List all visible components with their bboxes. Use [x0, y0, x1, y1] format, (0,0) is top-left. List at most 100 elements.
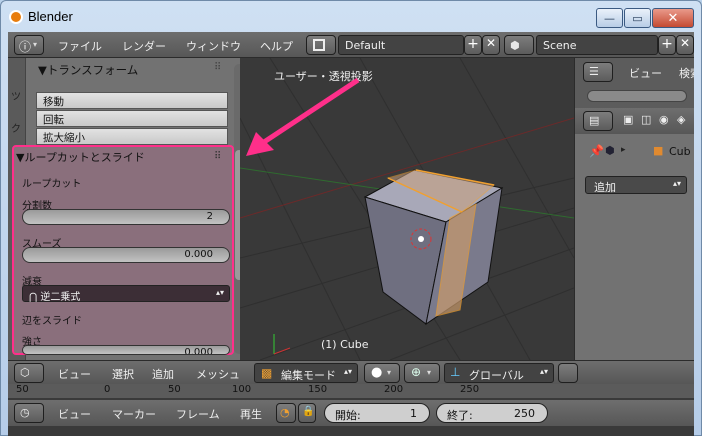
updown-icon: ▴▾: [539, 367, 548, 376]
timeline-menu-marker[interactable]: マーカー: [112, 406, 156, 422]
scale-button[interactable]: 拡大縮小: [36, 128, 228, 145]
rotate-button[interactable]: 回転: [36, 110, 228, 127]
pin-icon[interactable]: 📌: [589, 144, 604, 158]
pivot-icon: ⊕: [411, 365, 422, 379]
ruler-tick: 150: [308, 384, 328, 395]
ruler-tick: 50: [168, 384, 181, 395]
scene-icon: ⬢: [510, 39, 520, 52]
add-layout-icon[interactable]: +: [464, 35, 482, 55]
viewport-header: ⬡ ビュー 選択 追加 メッシュ ▩ 編集モード ▴▾ ● ▾ ⊕ ▾ ⊥ グロ…: [8, 360, 694, 384]
chevron-down-icon: ▾: [33, 40, 38, 49]
minimize-button[interactable]: —: [596, 8, 623, 28]
clock-icon: ◷: [20, 406, 30, 419]
editor-type-info-button[interactable]: ⓘ ▾: [14, 35, 44, 55]
scene-icon-button[interactable]: ⬢: [504, 35, 534, 55]
updown-icon: ▴▾: [672, 179, 681, 188]
cube-mesh[interactable]: [363, 169, 504, 326]
ruler-tick: 100: [232, 384, 252, 395]
3d-cursor-center: [418, 236, 424, 242]
scene-tab-icon[interactable]: ◫: [641, 113, 651, 126]
end-value: 250: [514, 407, 535, 420]
blender-logo-icon: [9, 10, 23, 24]
menu-render[interactable]: レンダー: [122, 38, 166, 54]
updown-icon: ▴▾: [215, 288, 224, 297]
loopcut-panel-header[interactable]: ▼ループカットとスライド: [16, 149, 145, 165]
viewport-menu-add[interactable]: 追加: [152, 366, 174, 382]
add-dropdown[interactable]: 追加 ▴▾: [585, 176, 687, 194]
cuts-slider[interactable]: 2: [22, 209, 230, 225]
drag-handle-icon[interactable]: ⠿: [214, 62, 221, 73]
transform-panel-header[interactable]: ▼トランスフォーム: [38, 62, 138, 78]
outliner-scrollbar[interactable]: [587, 90, 687, 102]
object-tab-icon[interactable]: ◈: [677, 113, 685, 126]
remove-layout-icon[interactable]: ✕: [482, 35, 500, 55]
ruler-tick: 250: [460, 384, 480, 395]
timeline-editor-type-button[interactable]: ◷: [14, 403, 44, 423]
transform-manipulator-icon: ⊥: [450, 365, 461, 379]
end-frame-field[interactable]: 終了: 250: [436, 403, 548, 423]
menu-help[interactable]: ヘルプ: [260, 38, 293, 54]
screen-layout-icon-button[interactable]: [306, 35, 336, 55]
viewport-menu-select[interactable]: 選択: [112, 366, 134, 382]
edge-slide-label: 辺をスライド: [22, 316, 82, 327]
ruler-tick: 50: [16, 384, 29, 395]
blender-client-area: ⓘ ▾ ファイル レンダー ウィンドウ ヘルプ Default + ✕ ⬢ Sc…: [8, 32, 694, 436]
timeline-menu-playback[interactable]: 再生: [240, 406, 262, 422]
chevron-down-icon: ▾: [387, 368, 392, 377]
translate-button[interactable]: 移動: [36, 92, 228, 109]
mode-dropdown[interactable]: ▩ 編集モード ▴▾: [254, 363, 358, 383]
clock-icon: ◔: [280, 406, 290, 419]
lock-button[interactable]: 🔒: [298, 403, 316, 423]
info-header: ⓘ ▾ ファイル レンダー ウィンドウ ヘルプ Default + ✕ ⬢ Sc…: [8, 32, 694, 58]
start-label: 開始:: [335, 409, 361, 422]
strength-slider[interactable]: 0.000: [22, 345, 230, 355]
list-icon: ☰: [589, 65, 599, 78]
orientation-dropdown[interactable]: ⊥ グローバル ▴▾: [444, 363, 554, 383]
viewport-editor-type-button[interactable]: ⬡: [14, 363, 44, 383]
render-tab-icon[interactable]: ▣: [623, 113, 633, 126]
window-title: Blender: [28, 9, 73, 24]
timeline-menu-frame[interactable]: フレーム: [176, 406, 220, 422]
viewport-menu-view[interactable]: ビュー: [58, 366, 91, 382]
viewport-menu-mesh[interactable]: メッシュ: [196, 366, 240, 382]
properties-editor-type-button[interactable]: ▤: [583, 111, 613, 131]
timeline-menu-view[interactable]: ビュー: [58, 406, 91, 422]
outliner-view-menu[interactable]: ビュー: [629, 65, 662, 81]
shading-dropdown[interactable]: ● ▾: [364, 363, 400, 383]
world-tab-icon[interactable]: ◉: [659, 113, 669, 126]
layer-button[interactable]: [558, 363, 578, 383]
tab-icon: ク: [11, 124, 21, 135]
falloff-value: ⋂ 逆二乗式: [29, 292, 81, 303]
updown-icon: ▴▾: [343, 367, 352, 376]
start-frame-field[interactable]: 開始: 1: [324, 403, 430, 423]
smooth-slider[interactable]: 0.000: [22, 247, 230, 263]
solid-shading-icon: ●: [371, 365, 383, 380]
ruler-tick: 0: [104, 384, 111, 395]
outliner: ☰ ビュー 検索: [574, 58, 694, 108]
layout-grid-icon: [313, 39, 325, 51]
ruler-tick: 200: [384, 384, 404, 395]
add-scene-icon[interactable]: +: [658, 35, 676, 55]
add-label: 追加: [594, 181, 616, 194]
scene-field[interactable]: Scene: [536, 35, 658, 55]
pivot-dropdown[interactable]: ⊕ ▾: [404, 363, 440, 383]
close-button[interactable]: ✕: [652, 8, 694, 28]
remove-scene-icon[interactable]: ✕: [676, 35, 694, 55]
object-name: Cub: [669, 145, 691, 158]
timeline-ruler[interactable]: 50 0 50 100 150 200 250: [8, 384, 694, 398]
outliner-search-label[interactable]: 検索: [679, 65, 694, 81]
menu-file[interactable]: ファイル: [58, 38, 102, 54]
falloff-dropdown[interactable]: ⋂ 逆二乗式 ▴▾: [22, 285, 230, 303]
cube-icon: ■: [653, 144, 664, 157]
end-label: 終了:: [447, 409, 473, 422]
start-value: 1: [410, 407, 417, 420]
maximize-button[interactable]: ▭: [624, 8, 651, 28]
menu-window[interactable]: ウィンドウ: [186, 38, 241, 54]
drag-handle-icon[interactable]: ⠿: [214, 151, 221, 162]
preview-range-button[interactable]: ◔: [276, 403, 296, 423]
properties-icon: ▤: [589, 114, 600, 127]
screen-layout-field[interactable]: Default: [338, 35, 464, 55]
info-icon: ⓘ: [19, 40, 32, 54]
timeline-header: ◷ ビュー マーカー フレーム 再生 ◔ 🔒 開始: 1 終了: 250: [8, 400, 694, 426]
outliner-editor-type-button[interactable]: ☰: [583, 62, 613, 82]
